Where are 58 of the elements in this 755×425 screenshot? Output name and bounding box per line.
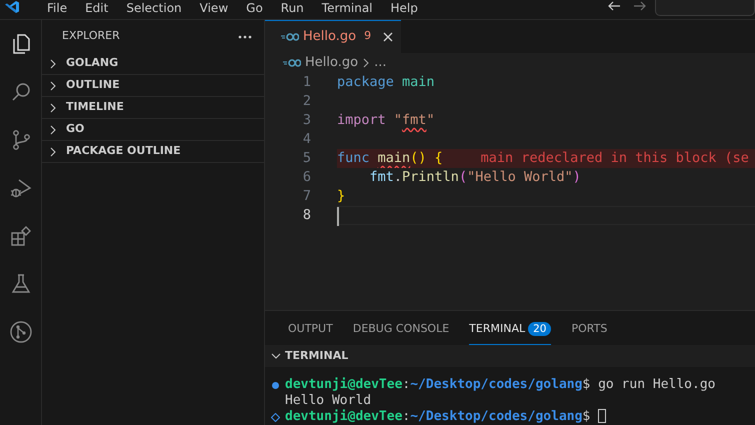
sidebar-section[interactable]: GO bbox=[42, 119, 264, 141]
command-center-field[interactable] bbox=[655, 0, 755, 16]
count-badge: 20 bbox=[528, 322, 552, 336]
menu-item[interactable]: Selection bbox=[117, 0, 191, 16]
terminal-line: devtunji@devTee:~/Desktop/codes/golang$ bbox=[285, 409, 590, 425]
circled-graph-icon[interactable] bbox=[9, 320, 33, 344]
menu-item[interactable]: Help bbox=[382, 0, 427, 16]
line-number: 8 bbox=[302, 206, 312, 225]
editor-tab[interactable]: Hello.go 9 bbox=[265, 20, 402, 53]
panel-tab[interactable]: OUTPUT bbox=[288, 318, 333, 346]
line-number: 7 bbox=[302, 187, 312, 206]
go-file-icon bbox=[281, 33, 299, 41]
sidebar-section[interactable]: OUTLINE bbox=[42, 75, 264, 97]
breadcrumb-item[interactable]: ... bbox=[374, 53, 386, 73]
chevron-right-icon bbox=[48, 80, 58, 90]
code-line: } bbox=[337, 187, 346, 206]
chevron-right-icon bbox=[48, 146, 58, 156]
code-line: func main() { bbox=[337, 149, 443, 168]
go-file-icon bbox=[283, 59, 301, 67]
terminal-line: Hello World bbox=[285, 393, 372, 409]
menu-item[interactable]: Edit bbox=[76, 0, 118, 16]
menu-item[interactable]: Run bbox=[272, 0, 313, 16]
breadcrumb-item[interactable]: Hello.go bbox=[305, 53, 358, 73]
menu-item[interactable]: Terminal bbox=[312, 0, 382, 16]
code-line: import "fmt" bbox=[337, 111, 435, 130]
app-logo-icon bbox=[4, 0, 20, 14]
sidebar-title: EXPLORER bbox=[62, 28, 120, 44]
line-number: 4 bbox=[302, 130, 312, 149]
line-number: 1 bbox=[302, 73, 312, 92]
chevron-down-icon[interactable] bbox=[271, 351, 281, 362]
terminal-line: devtunji@devTee:~/Desktop/codes/golang$ go run Hello.go bbox=[285, 377, 716, 393]
text-cursor bbox=[337, 207, 339, 226]
forward-arrow-icon[interactable] bbox=[633, 0, 647, 12]
section-title: TERMINAL bbox=[285, 348, 348, 364]
problem-count: 9 bbox=[364, 28, 372, 44]
menu-item[interactable]: File bbox=[38, 0, 76, 16]
chevron-right-icon bbox=[48, 124, 58, 134]
line-number: 5 bbox=[302, 149, 312, 168]
error-message: main redeclared in this block (se bbox=[480, 149, 749, 168]
more-icon[interactable] bbox=[238, 34, 252, 38]
close-icon[interactable] bbox=[383, 32, 394, 42]
menu-item[interactable]: Go bbox=[237, 0, 272, 16]
sidebar-section[interactable]: GOLANG bbox=[42, 53, 264, 75]
panel-tab[interactable]: PORTS bbox=[571, 318, 608, 346]
blocks-icon[interactable] bbox=[9, 224, 33, 248]
line-number: 3 bbox=[302, 111, 312, 130]
menu-item[interactable]: View bbox=[190, 0, 238, 16]
line-number: 2 bbox=[302, 92, 312, 111]
chevron-right-icon bbox=[48, 102, 58, 112]
sidebar-section[interactable]: PACKAGE OUTLINE bbox=[42, 141, 264, 163]
sidebar-section[interactable]: TIMELINE bbox=[42, 97, 264, 119]
line-number: 6 bbox=[302, 168, 312, 187]
chevron-right-icon bbox=[362, 58, 370, 68]
code-line: package main bbox=[337, 73, 435, 92]
chevron-right-icon bbox=[48, 58, 58, 68]
code-line: fmt.Println("Hello World") bbox=[368, 168, 581, 187]
panel-tab[interactable]: DEBUG CONSOLE bbox=[352, 318, 450, 346]
back-arrow-icon[interactable] bbox=[607, 0, 621, 12]
